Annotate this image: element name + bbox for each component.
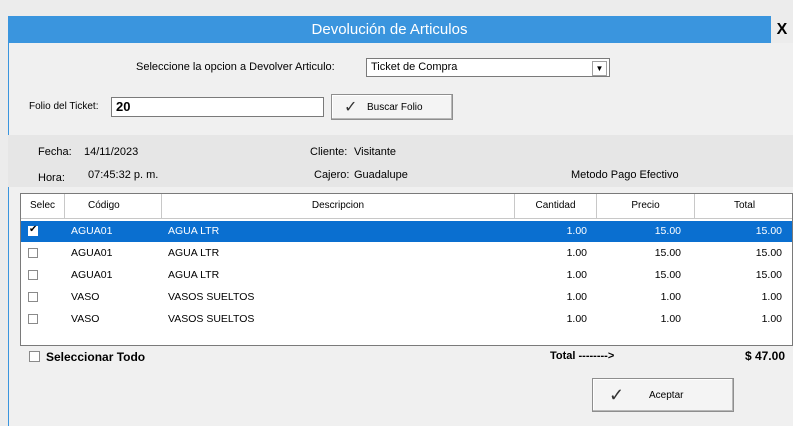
hora-label: Hora: (38, 172, 65, 184)
cell-precio: 1.00 (660, 291, 681, 303)
row-checkbox[interactable] (28, 314, 38, 324)
table-row[interactable]: VASO VASOS SUELTOS 1.00 1.00 1.00 (21, 309, 792, 330)
select-all-label[interactable]: Seleccionar Todo (46, 350, 145, 364)
accept-button[interactable]: ✓ Aceptar (592, 378, 734, 412)
cell-descripcion: AGUA LTR (168, 269, 220, 281)
cell-descripcion: AGUA LTR (168, 225, 220, 237)
cell-total: 15.00 (755, 247, 782, 259)
checkmark-icon: ✓ (609, 385, 625, 405)
cell-cantidad: 1.00 (566, 225, 587, 237)
cell-descripcion: VASOS SUELTOS (168, 313, 255, 325)
cell-codigo: VASO (71, 291, 100, 303)
cell-codigo: AGUA01 (71, 247, 113, 259)
option-label: Seleccione la opcion a Devolver Articulo… (136, 61, 335, 73)
row-checkbox[interactable] (28, 292, 38, 302)
accept-button-label: Aceptar (649, 390, 684, 401)
cell-descripcion: AGUA LTR (168, 247, 220, 259)
table-row[interactable]: AGUA01 AGUA LTR 1.00 15.00 15.00 (21, 243, 792, 264)
cell-cantidad: 1.00 (566, 247, 587, 259)
metodo-pago: Metodo Pago Efectivo (571, 169, 679, 181)
row-checkbox[interactable] (28, 224, 38, 236)
cell-total: 15.00 (755, 225, 782, 237)
fecha-value: 14/11/2023 (84, 146, 139, 158)
column-header-selec[interactable]: Selec (21, 194, 65, 218)
cell-codigo: AGUA01 (71, 269, 113, 281)
cell-codigo: AGUA01 (71, 225, 113, 237)
row-checkbox[interactable] (28, 248, 38, 258)
option-select-value: Ticket de Compra (371, 61, 458, 73)
fecha-label: Fecha: (38, 146, 72, 158)
cajero-value: Guadalupe (354, 169, 408, 181)
cell-descripcion: VASOS SUELTOS (168, 291, 255, 303)
folio-label: Folio del Ticket: (29, 101, 99, 112)
window-title: Devolución de Articulos (8, 16, 771, 43)
close-button[interactable]: X (771, 16, 793, 43)
total-value: $ 47.00 (744, 349, 785, 363)
cell-total: 1.00 (761, 313, 782, 325)
column-header-descripcion[interactable]: Descripcion (162, 194, 515, 218)
column-header-total[interactable]: Total (695, 194, 792, 218)
search-folio-button[interactable]: ✓ Buscar Folio (331, 94, 453, 120)
cell-precio: 1.00 (660, 313, 681, 325)
table-row[interactable]: VASO VASOS SUELTOS 1.00 1.00 1.00 (21, 287, 792, 308)
table-row[interactable]: AGUA01 AGUA LTR 1.00 15.00 15.00 (21, 265, 792, 286)
search-folio-button-label: Buscar Folio (367, 102, 423, 113)
cell-total: 15.00 (755, 269, 782, 281)
column-header-precio[interactable]: Precio (597, 194, 695, 218)
folio-input[interactable]: 20 (111, 97, 324, 117)
cajero-label: Cajero: (314, 169, 350, 181)
hora-value: 07:45:32 p. m. (88, 169, 159, 181)
cell-codigo: VASO (71, 313, 100, 325)
column-header-cantidad[interactable]: Cantidad (515, 194, 597, 218)
cell-total: 1.00 (761, 291, 782, 303)
total-label: Total --------> (550, 350, 615, 362)
column-header-codigo[interactable]: Código (65, 194, 162, 218)
row-checkbox[interactable] (28, 270, 38, 280)
cell-cantidad: 1.00 (566, 291, 587, 303)
select-all-checkbox[interactable] (29, 351, 40, 362)
checkmark-icon: ✓ (344, 99, 358, 116)
option-select[interactable]: Ticket de Compra ▼ (366, 58, 610, 77)
cliente-label: Cliente: (310, 146, 348, 158)
table-header: Selec Código Descripcion Cantidad Precio… (21, 194, 792, 219)
cell-precio: 15.00 (654, 247, 681, 259)
cell-precio: 15.00 (654, 225, 681, 237)
chevron-down-icon[interactable]: ▼ (592, 61, 607, 76)
table-row[interactable]: AGUA01 AGUA LTR 1.00 15.00 15.00 (21, 221, 792, 242)
items-table[interactable]: Selec Código Descripcion Cantidad Precio… (20, 193, 793, 346)
cell-precio: 15.00 (654, 269, 681, 281)
cell-cantidad: 1.00 (566, 269, 587, 281)
cliente-value: Visitante (354, 146, 396, 158)
cell-cantidad: 1.00 (566, 313, 587, 325)
